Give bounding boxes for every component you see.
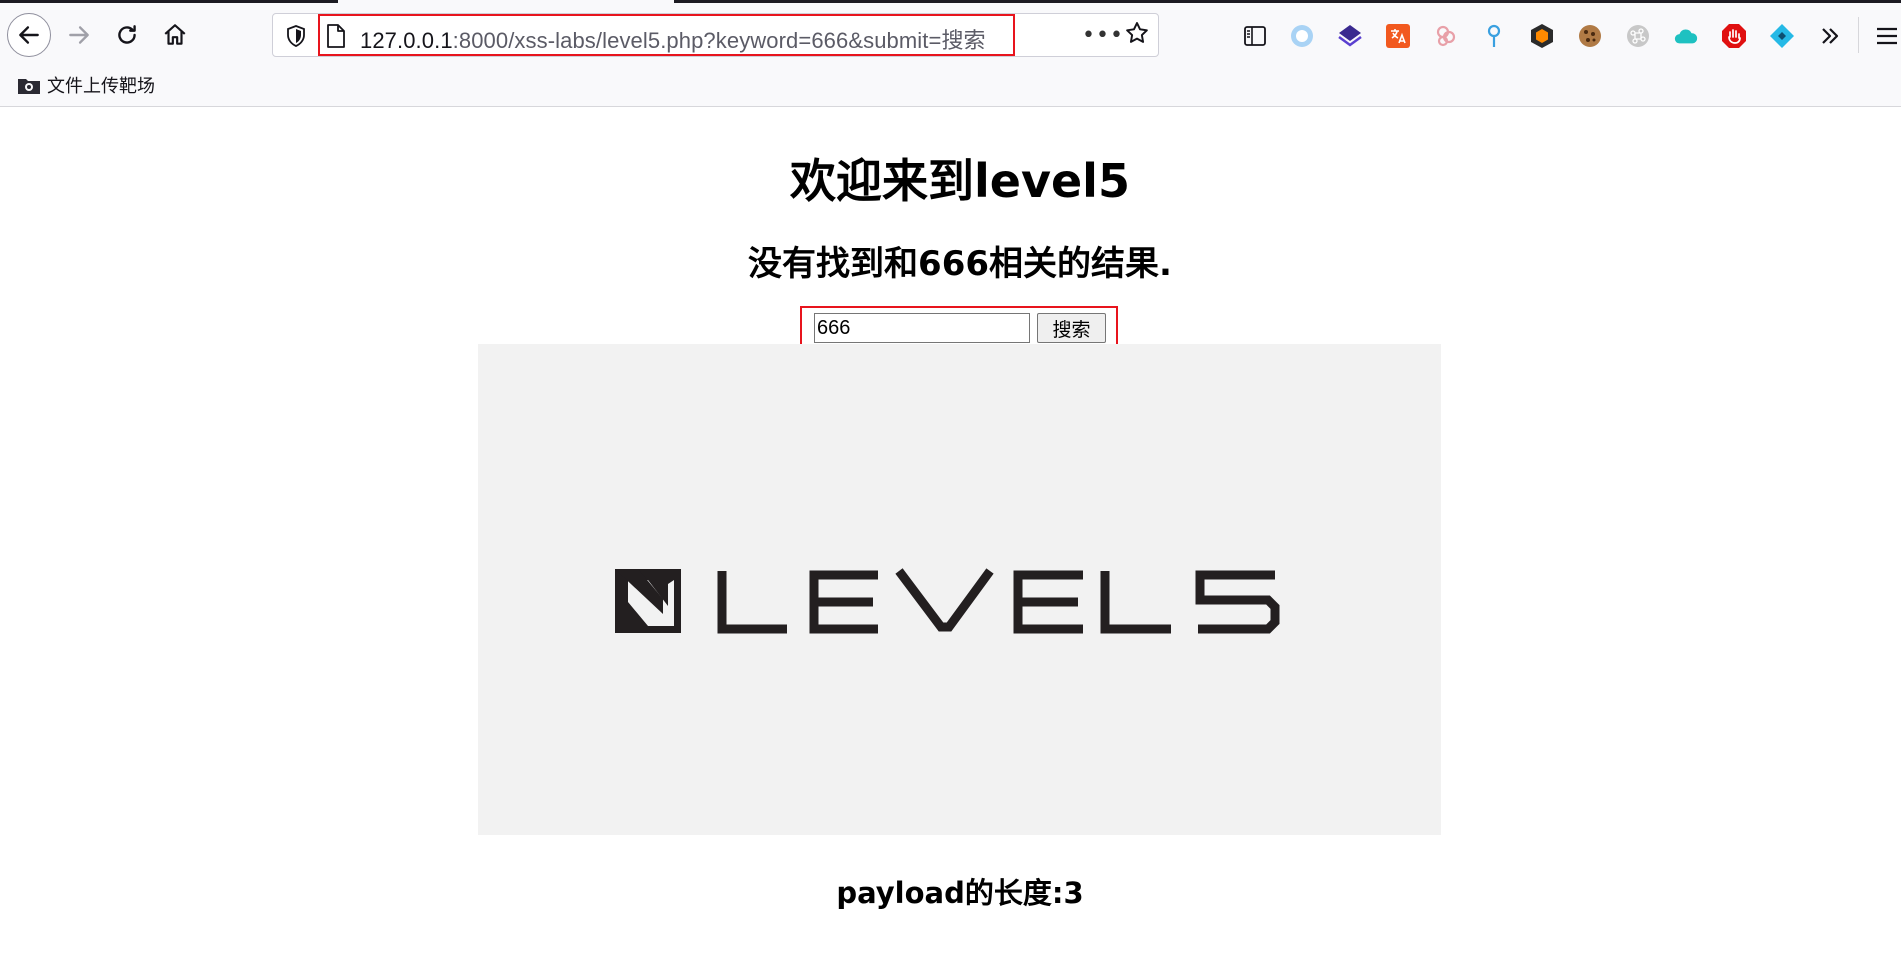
circle-extension-icon	[1291, 25, 1313, 47]
diamond-extension-icon	[1770, 24, 1794, 48]
layers-extension-icon	[1338, 25, 1362, 47]
sidebar-toggle-button[interactable]	[1242, 23, 1268, 49]
cloud-extension-icon	[1674, 29, 1698, 44]
home-button[interactable]	[153, 13, 197, 57]
star-icon[interactable]	[1124, 20, 1150, 46]
translate-extension-button[interactable]	[1385, 23, 1411, 49]
menu-icon	[1877, 27, 1897, 45]
toolbar-divider	[1858, 17, 1859, 53]
folder-icon	[18, 79, 40, 94]
cookie-extension-icon	[1579, 25, 1601, 47]
cookie-extension-button[interactable]	[1577, 23, 1603, 49]
rings-extension-icon	[1436, 25, 1456, 47]
translate-extension-icon	[1386, 24, 1410, 48]
reload-button[interactable]	[105, 13, 149, 57]
stop-extension-button[interactable]	[1721, 23, 1747, 49]
page-content: 欢迎来到level5 没有找到和666相关的结果. 搜索	[0, 107, 1901, 969]
pin-extension-button[interactable]	[1481, 23, 1507, 49]
command-extension-icon	[1627, 25, 1649, 47]
circle-extension-button[interactable]	[1289, 23, 1315, 49]
overflow-chevrons-icon	[1822, 28, 1839, 44]
result-message: 没有找到和666相关的结果.	[748, 244, 1172, 284]
page-actions-button[interactable]: •••	[1082, 23, 1124, 48]
shield-icon[interactable]	[285, 24, 307, 48]
overflow-menu-button[interactable]	[1817, 23, 1843, 49]
cloud-extension-button[interactable]	[1673, 23, 1699, 49]
level5-logo	[615, 568, 1280, 634]
page-title: 欢迎来到level5	[790, 154, 1130, 208]
command-extension-button[interactable]	[1625, 23, 1651, 49]
app-menu-button[interactable]	[1874, 23, 1900, 49]
sidebar-icon	[1244, 26, 1266, 46]
url-text[interactable]: 127.0.0.1:8000/xss-labs/level5.php?keywo…	[360, 23, 986, 55]
pin-extension-icon	[1487, 24, 1501, 47]
back-icon	[19, 26, 39, 44]
rings-extension-button[interactable]	[1433, 23, 1459, 49]
logo-wordmark	[717, 568, 1280, 634]
search-button[interactable]: 搜索	[1037, 313, 1106, 343]
url-host: 127.0.0.1	[360, 28, 453, 53]
bookmark-item[interactable]: 文件上传靶场	[17, 72, 155, 98]
home-icon	[164, 24, 186, 45]
search-input[interactable]	[814, 313, 1030, 343]
shield-extension-button[interactable]	[1529, 23, 1555, 49]
url-path: :8000/xss-labs/level5.php?keyword=666&su…	[452, 28, 986, 53]
reload-icon	[118, 25, 136, 44]
bookmark-label: 文件上传靶场	[47, 76, 155, 97]
bookmarks-toolbar	[0, 65, 1901, 107]
level5-banner-image	[478, 344, 1441, 835]
diamond-extension-button[interactable]	[1769, 23, 1795, 49]
forward-icon	[69, 26, 89, 44]
browser-toolbar: 127.0.0.1:8000/xss-labs/level5.php?keywo…	[0, 3, 1901, 65]
logo-emblem-icon	[615, 569, 681, 633]
stop-extension-icon	[1722, 24, 1746, 48]
layers-extension-button[interactable]	[1337, 23, 1363, 49]
payload-length-text: payload的长度:3	[836, 876, 1084, 910]
shield-extension-icon	[1531, 24, 1553, 48]
back-button[interactable]	[7, 13, 51, 57]
forward-button[interactable]	[57, 13, 101, 57]
